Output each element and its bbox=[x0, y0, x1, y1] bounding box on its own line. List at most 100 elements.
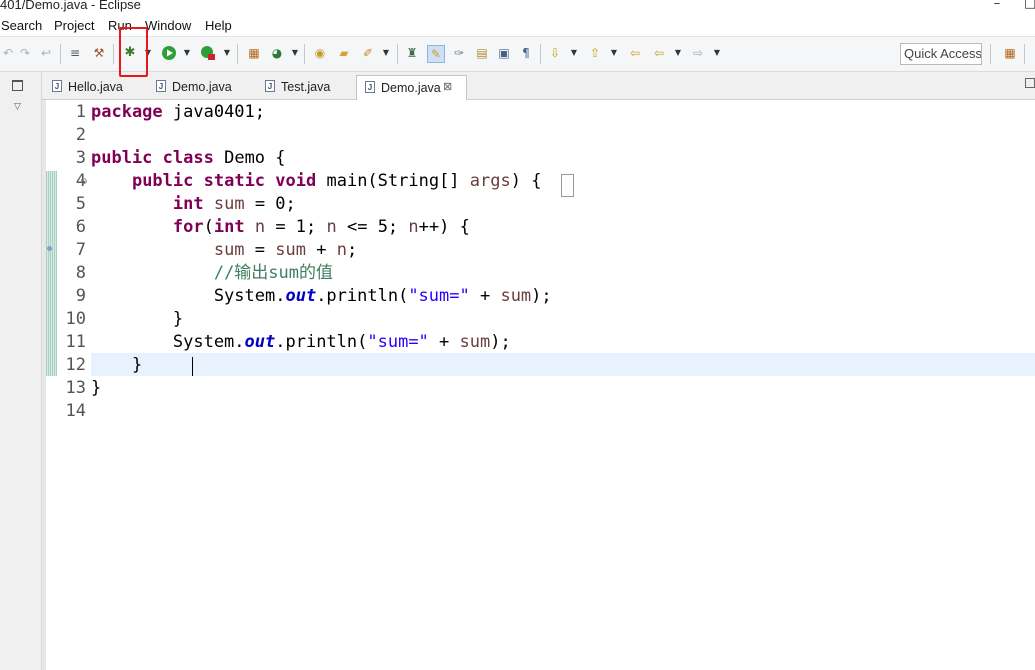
toolbar-separator bbox=[304, 44, 305, 64]
tab-label: Demo.java bbox=[172, 80, 232, 94]
line-number: 3 bbox=[75, 148, 86, 168]
view-menu-icon[interactable]: ▽ bbox=[14, 102, 21, 112]
line-number: 5 bbox=[75, 194, 86, 214]
toggle-breadcrumb-icon[interactable]: ♜ bbox=[404, 45, 420, 61]
task-list-icon[interactable]: ≡ bbox=[67, 45, 83, 61]
new-class-icon[interactable]: ◕ bbox=[269, 45, 285, 61]
quick-access-input[interactable]: Quick Access bbox=[900, 43, 982, 65]
window-control-icon[interactable]: □ bbox=[1024, 0, 1035, 11]
code-line[interactable]: package java0401; bbox=[91, 101, 265, 124]
code-token: n bbox=[408, 217, 419, 237]
forward-dropdown-icon[interactable]: ▼ bbox=[713, 46, 721, 60]
line-number: 13 bbox=[65, 378, 86, 398]
title-bar: 401/Demo.java - Eclipse – □ bbox=[0, 0, 1035, 14]
toolbar-separator bbox=[990, 44, 991, 64]
coverage-dropdown-icon[interactable]: ▼ bbox=[223, 46, 231, 60]
source-view-icon[interactable]: ▣ bbox=[496, 45, 512, 61]
coverage-icon[interactable] bbox=[200, 45, 216, 61]
java-file-icon: J bbox=[265, 80, 275, 92]
code-token: = bbox=[244, 240, 276, 260]
tab-demo-java[interactable]: J Demo.java bbox=[156, 75, 254, 100]
code-line[interactable]: for(int n = 1; n <= 5; n++) { bbox=[91, 216, 470, 239]
build-icon[interactable]: ⚒ bbox=[91, 45, 107, 61]
code-token: java0401; bbox=[162, 102, 266, 122]
code-line[interactable]: System.out.println("sum=" + sum); bbox=[91, 331, 511, 354]
previous-annotation-icon[interactable]: ⇧ bbox=[587, 45, 603, 61]
toolbar-separator bbox=[397, 44, 398, 64]
editor-tab-bar: J Hello.java J Demo.java J Test.java J D… bbox=[42, 72, 1035, 100]
code-token: ; bbox=[346, 240, 358, 260]
menu-search[interactable]: Search bbox=[1, 18, 42, 33]
line-number: 2 bbox=[75, 125, 86, 145]
tab-hello-java[interactable]: J Hello.java bbox=[52, 75, 150, 100]
forward-icon[interactable]: ⇨ bbox=[690, 45, 706, 61]
menu-project[interactable]: Project bbox=[54, 18, 94, 33]
menu-window[interactable]: Window bbox=[145, 18, 191, 33]
code-line[interactable]: System.out.println("sum=" + sum); bbox=[91, 285, 552, 308]
open-folder-icon[interactable]: ▰ bbox=[336, 45, 352, 61]
next-annotation-icon[interactable]: ⇩ bbox=[547, 45, 563, 61]
code-line[interactable]: int sum = 0; bbox=[91, 193, 296, 216]
code-line[interactable]: sum = sum + n; bbox=[91, 239, 357, 262]
breakpoint-marker-icon[interactable] bbox=[47, 246, 52, 251]
code-line[interactable]: } bbox=[91, 377, 101, 400]
restore-icon[interactable] bbox=[12, 80, 23, 91]
code-token: main(String[] bbox=[316, 171, 470, 191]
code-token: .println( bbox=[316, 286, 409, 306]
text-cursor bbox=[192, 357, 193, 376]
run-dropdown-icon[interactable]: ▼ bbox=[183, 46, 191, 60]
code-token: sum bbox=[459, 332, 491, 352]
line-number: 9 bbox=[75, 286, 86, 306]
code-token: n bbox=[336, 240, 347, 260]
code-line[interactable]: } bbox=[91, 308, 183, 331]
redo-icon[interactable]: ↷ bbox=[17, 45, 33, 61]
code-line[interactable]: public static void main(String[] args) { bbox=[91, 170, 542, 193]
tab-demo-java-active[interactable]: J Demo.java ⊠ bbox=[356, 75, 467, 100]
search-dropdown-icon[interactable]: ▼ bbox=[382, 46, 390, 60]
code-token: ( bbox=[203, 217, 214, 237]
next-annotation-dropdown-icon[interactable]: ▼ bbox=[570, 46, 578, 60]
new-dropdown-icon[interactable]: ▼ bbox=[291, 46, 299, 60]
code-token: out bbox=[285, 286, 317, 306]
code-editor[interactable]: 1 2 3 4 5 6 7 8 9 10 11 12 13 14 ⊖ package java0401; p… bbox=[42, 100, 1035, 670]
line-number: 14 bbox=[65, 401, 86, 421]
maximize-editor-icon[interactable] bbox=[1025, 78, 1035, 88]
code-line[interactable]: } bbox=[91, 354, 142, 377]
search-icon[interactable]: ✐ bbox=[360, 45, 376, 61]
toolbar-separator bbox=[60, 44, 61, 64]
fold-icon[interactable]: ⊖ bbox=[80, 177, 88, 187]
pilcrow-icon[interactable]: ¶ bbox=[518, 45, 534, 61]
last-edit-icon[interactable]: ↩ bbox=[38, 45, 54, 61]
back-icon[interactable]: ⇦ bbox=[651, 45, 667, 61]
code-area[interactable]: package java0401; public class Demo { pub… bbox=[89, 100, 1035, 670]
last-edit-location-icon[interactable]: ⇦ bbox=[627, 45, 643, 61]
open-perspective-icon[interactable]: ▦ bbox=[1002, 45, 1018, 61]
show-whitespace-icon[interactable]: ▤ bbox=[474, 45, 490, 61]
close-tab-icon[interactable]: ⊠ bbox=[443, 80, 452, 93]
block-selection-icon[interactable]: ✑ bbox=[451, 45, 467, 61]
code-token: } bbox=[91, 309, 184, 329]
open-type-icon[interactable]: ◉ bbox=[312, 45, 328, 61]
toolbar-separator bbox=[1024, 44, 1025, 64]
undo-icon[interactable]: ↶ bbox=[0, 45, 16, 61]
code-line[interactable]: public class Demo { bbox=[91, 147, 286, 170]
minimize-button[interactable]: – bbox=[988, 0, 1006, 11]
previous-annotation-dropdown-icon[interactable]: ▼ bbox=[610, 46, 618, 60]
mark-occurrences-icon[interactable]: ✎ bbox=[427, 45, 445, 63]
tab-test-java[interactable]: J Test.java bbox=[265, 75, 355, 100]
code-line[interactable]: //输出sum的值 bbox=[91, 262, 333, 285]
tab-label: Demo.java bbox=[381, 81, 441, 95]
back-dropdown-icon[interactable]: ▼ bbox=[674, 46, 682, 60]
menu-bar: Search Project Run Window Help bbox=[0, 14, 1035, 36]
run-icon[interactable] bbox=[161, 45, 177, 61]
menu-help[interactable]: Help bbox=[205, 18, 232, 33]
line-number: 12 bbox=[65, 355, 86, 375]
new-project-icon[interactable]: ▦ bbox=[246, 45, 262, 61]
debug-highlight-box bbox=[119, 27, 148, 77]
code-token: System. bbox=[91, 332, 245, 352]
code-token: //输出sum的值 bbox=[213, 263, 334, 283]
code-token: sum bbox=[275, 240, 306, 260]
